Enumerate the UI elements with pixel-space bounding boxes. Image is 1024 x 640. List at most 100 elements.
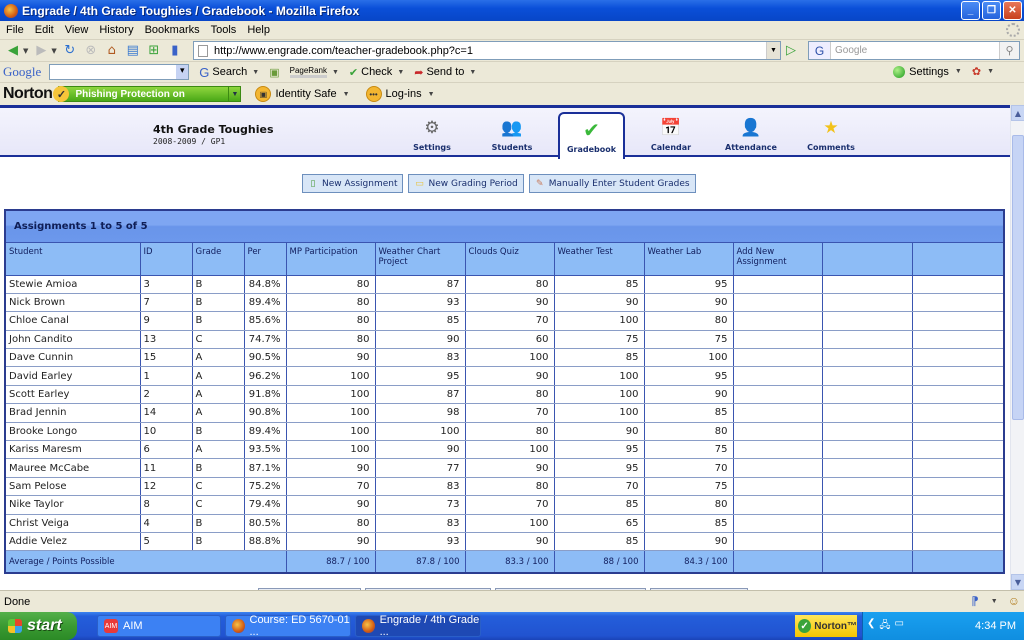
grade-cell[interactable]: 85 <box>554 495 645 515</box>
grade-cell[interactable]: 100 <box>465 440 555 460</box>
logins-button[interactable]: ••• Log-ins ▼ <box>365 86 435 102</box>
grade-cell[interactable]: 90 <box>286 532 376 552</box>
menu-view[interactable]: View <box>65 24 89 36</box>
grade-cell[interactable]: 98 <box>375 403 466 423</box>
back-button[interactable]: ◀ <box>5 43 21 59</box>
grade-cell[interactable]: 70 <box>465 311 555 331</box>
grade-cell[interactable]: 90 <box>554 293 645 313</box>
tab-students[interactable]: 👥 Students <box>472 108 552 157</box>
grade-cell[interactable]: 85 <box>644 514 734 533</box>
tab-calendar[interactable]: 📅 Calendar <box>631 108 711 157</box>
grade-cell[interactable]: 90 <box>286 348 376 368</box>
grade-cell[interactable]: 95 <box>644 366 734 386</box>
student-name-cell[interactable]: Dave Cunnin <box>6 348 141 368</box>
new-assignment-button[interactable]: ▯ New Assignment <box>302 174 404 193</box>
new-grading-period-button[interactable]: ▭ New Grading Period <box>408 174 524 193</box>
grade-cell[interactable]: 83 <box>375 477 466 497</box>
grade-cell[interactable]: 100 <box>286 385 376 405</box>
grade-cell[interactable]: 73 <box>375 495 466 515</box>
grade-cell[interactable]: 100 <box>465 348 555 368</box>
pagerank-button[interactable]: PageRank ▼ <box>289 66 339 78</box>
grade-cell[interactable]: 75 <box>644 440 734 460</box>
grade-cell[interactable]: 80 <box>286 275 376 294</box>
grade-cell[interactable]: 70 <box>554 477 645 497</box>
grade-cell[interactable]: 75 <box>644 330 734 350</box>
grade-cell[interactable]: 100 <box>286 440 376 460</box>
tab-attendance[interactable]: 👤 Attendance <box>711 108 791 157</box>
student-name-cell[interactable]: Brooke Longo <box>6 422 141 442</box>
grade-cell[interactable]: 100 <box>286 403 376 423</box>
grade-cell[interactable]: 95 <box>375 366 466 386</box>
search-engine-icon[interactable]: G <box>809 42 831 59</box>
student-name-cell[interactable]: David Earley <box>6 366 141 386</box>
menu-bookmarks[interactable]: Bookmarks <box>145 24 200 36</box>
grade-cell[interactable]: 70 <box>465 495 555 515</box>
grade-cell[interactable]: 70 <box>465 403 555 423</box>
menu-file[interactable]: File <box>6 24 24 36</box>
restore-button[interactable]: ❐ <box>982 1 1001 20</box>
search-icon[interactable]: ⚲ <box>999 42 1019 59</box>
manual-entry-button[interactable]: ✎ Manually Enter Student Grades <box>528 174 696 193</box>
grade-cell[interactable]: 95 <box>644 275 734 294</box>
tab-comments[interactable]: ★ Comments <box>791 108 871 157</box>
menu-tools[interactable]: Tools <box>211 24 237 36</box>
grade-cell[interactable]: 80 <box>465 385 555 405</box>
grade-cell[interactable]: 93 <box>375 532 466 552</box>
tab-settings[interactable]: ⚙ Settings <box>392 108 472 157</box>
close-button[interactable]: ✕ <box>1003 1 1022 20</box>
scroll-down-button[interactable]: ▼ <box>1011 574 1024 590</box>
grade-cell[interactable]: 85 <box>554 532 645 552</box>
student-name-cell[interactable]: Nick Brown <box>6 293 141 313</box>
grade-cell[interactable]: 80 <box>644 311 734 331</box>
grade-cell[interactable]: 95 <box>554 440 645 460</box>
grade-cell[interactable]: 90 <box>465 366 555 386</box>
student-name-cell[interactable]: Christ Veiga <box>6 514 141 533</box>
grade-cell[interactable]: 80 <box>286 330 376 350</box>
grade-cell[interactable]: 100 <box>286 366 376 386</box>
reload-button[interactable]: ↻ <box>62 43 78 59</box>
google-search-input[interactable] <box>49 64 190 80</box>
student-name-cell[interactable]: Sam Pelose <box>6 477 141 497</box>
grade-cell[interactable]: 90 <box>465 532 555 552</box>
scroll-thumb[interactable] <box>1012 135 1024 420</box>
grade-cell[interactable]: 80 <box>286 293 376 313</box>
grade-cell[interactable]: 85 <box>644 403 734 423</box>
grade-cell[interactable]: 80 <box>465 477 555 497</box>
grade-cell[interactable]: 70 <box>644 458 734 478</box>
grade-cell[interactable]: 90 <box>554 422 645 442</box>
google-search-button[interactable]: G Search ▼ <box>199 65 259 80</box>
start-button[interactable]: start <box>0 612 77 640</box>
smiley-icon[interactable]: ☺ <box>1008 594 1020 608</box>
student-name-cell[interactable]: Addie Velez <box>6 532 141 552</box>
grade-cell[interactable]: 60 <box>465 330 555 350</box>
grade-cell[interactable]: 85 <box>375 311 466 331</box>
student-name-cell[interactable]: John Candito <box>6 330 141 350</box>
url-text[interactable]: http://www.engrade.com/teacher-gradebook… <box>214 45 473 57</box>
vertical-scrollbar[interactable]: ▲ ▼ <box>1010 105 1024 590</box>
grade-cell[interactable]: 75 <box>644 477 734 497</box>
grade-cell[interactable]: 100 <box>554 403 645 423</box>
student-name-cell[interactable]: Stewie Amioa <box>6 275 141 294</box>
grade-cell[interactable]: 90 <box>286 495 376 515</box>
taskbar-item-engrade[interactable]: Engrade / 4th Grade ... <box>355 614 481 638</box>
grade-cell[interactable]: 80 <box>644 495 734 515</box>
grade-cell[interactable]: 90 <box>375 440 466 460</box>
grade-cell[interactable]: 90 <box>465 293 555 313</box>
grade-cell[interactable]: 80 <box>465 422 555 442</box>
grade-cell[interactable]: 75 <box>554 330 645 350</box>
grade-cell[interactable]: 95 <box>554 458 645 478</box>
grade-cell[interactable]: 80 <box>465 275 555 294</box>
minimize-button[interactable]: _ <box>961 1 980 20</box>
display-icon[interactable]: ▭ <box>895 618 904 635</box>
grade-cell[interactable]: 100 <box>554 385 645 405</box>
tab-gradebook[interactable]: ✔ Gradebook <box>558 112 625 162</box>
grade-cell[interactable]: 80 <box>286 514 376 533</box>
search-box[interactable]: G Google ⚲ <box>808 41 1020 60</box>
grade-cell[interactable]: 90 <box>286 458 376 478</box>
phishing-dropdown[interactable]: ▼ <box>228 87 240 101</box>
network-icon[interactable]: 🖧 <box>879 618 890 635</box>
forward-button[interactable]: ▶ <box>33 43 49 59</box>
grade-cell[interactable]: 80 <box>644 422 734 442</box>
grade-cell[interactable]: 80 <box>286 311 376 331</box>
student-name-cell[interactable]: Kariss Maresm <box>6 440 141 460</box>
